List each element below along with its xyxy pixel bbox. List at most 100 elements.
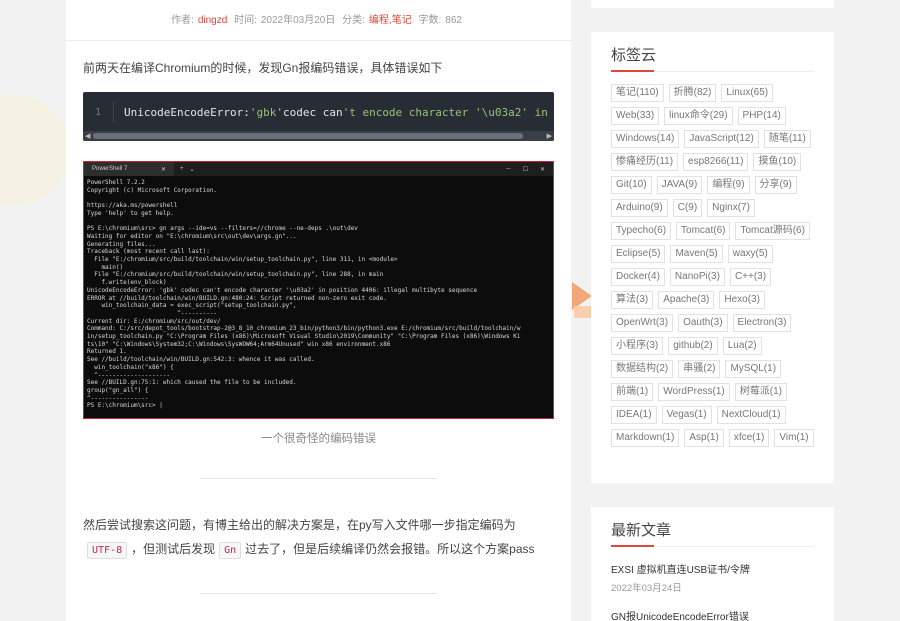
- tag-item[interactable]: Maven(5): [670, 245, 723, 263]
- tag-item[interactable]: WordPress(1): [658, 383, 730, 401]
- code-string-2: 't encode character ': [342, 105, 482, 119]
- tag-item[interactable]: Asp(1): [684, 429, 724, 447]
- maximize-icon: ☐: [522, 166, 528, 173]
- line-number: 1: [94, 106, 102, 118]
- post-date: 2022年03月20日: [260, 15, 336, 26]
- tag-item[interactable]: 笔记(110): [611, 84, 664, 102]
- background-decoration: [0, 95, 70, 205]
- post-meta: 作者: dingzd 时间: 2022年03月20日 分类: 编程,笔记 字数: 862: [83, 11, 554, 26]
- tag-item[interactable]: esp8266(11): [683, 153, 749, 171]
- minimize-icon: ─: [506, 165, 511, 172]
- code-string-3: \u03a2: [481, 105, 522, 119]
- tag-item[interactable]: Oauth(3): [678, 314, 728, 332]
- tag-item[interactable]: Lua(2): [722, 337, 762, 355]
- tag-item[interactable]: Markdown(1): [611, 429, 680, 447]
- tag-item[interactable]: Docker(4): [611, 268, 665, 286]
- tag-item[interactable]: 编程(9): [707, 176, 750, 194]
- tag-item[interactable]: OpenWrt(3): [611, 314, 674, 332]
- tag-item[interactable]: Arduino(9): [611, 199, 668, 217]
- tag-item[interactable]: C++(3): [729, 268, 772, 286]
- tag-item[interactable]: 摸鱼(10): [753, 153, 802, 171]
- tag-item[interactable]: waxy(5): [727, 245, 773, 263]
- tag-item[interactable]: PHP(14): [737, 107, 786, 125]
- tag-item[interactable]: 算法(3): [611, 291, 654, 309]
- solution-paragraph: 然后尝试搜索这问题，有博主给出的解决方案是，在py写入文件哪一步指定编码为 UTF…: [83, 513, 554, 561]
- tag-item[interactable]: 惨痛经历(11): [611, 153, 679, 171]
- line-separator: [113, 102, 114, 122]
- inline-code-utf8: UTF-8: [87, 542, 128, 559]
- solution-text-2: ，但测试后发现: [131, 542, 216, 556]
- recent-post-link[interactable]: EXSI 虚拟机直连USB证书/令牌: [611, 561, 814, 576]
- inline-code-gn: Gn: [219, 542, 242, 559]
- tag-item[interactable]: xfce(1): [728, 429, 770, 447]
- background-decoration-orange-2: [574, 306, 592, 318]
- recent-posts-title: 最新文章: [611, 519, 814, 547]
- recent-post-link[interactable]: GN报UnicodeEncodeError错误: [611, 608, 814, 621]
- tag-item[interactable]: Nginx(7): [707, 199, 755, 217]
- tag-item[interactable]: 树莓派(1): [734, 383, 787, 401]
- tag-item[interactable]: Tomcat源码(6): [735, 222, 810, 240]
- tag-item[interactable]: MySQL(1): [725, 360, 782, 378]
- tag-item[interactable]: Vim(1): [774, 429, 814, 447]
- intro-paragraph: 前两天在编译Chromium的时候，发现Gn报编码错误，具体错误如下: [83, 61, 443, 75]
- tag-item[interactable]: JAVA(9): [656, 176, 703, 194]
- tag-item[interactable]: 数据结构(2): [611, 360, 674, 378]
- tag-item[interactable]: C(9): [672, 199, 703, 217]
- tag-item[interactable]: 小程序(3): [611, 337, 664, 355]
- recent-posts-card: 最新文章 EXSI 虚拟机直连USB证书/令牌 2022年03月24日 GN报U…: [591, 507, 834, 621]
- code-horizontal-scrollbar[interactable]: ◀ ▶: [83, 131, 554, 141]
- time-label: 时间:: [234, 15, 257, 26]
- terminal-tab: PowerShell 7 ✕: [84, 162, 174, 176]
- scroll-right-arrow-icon[interactable]: ▶: [547, 131, 552, 141]
- tag-item[interactable]: linux命令(29): [664, 107, 733, 125]
- terminal-titlebar: PowerShell 7 ✕ + ⌄ ─ ☐ ✕: [84, 162, 553, 176]
- code-string-4: ' in posit: [521, 105, 554, 119]
- author-label: 作者:: [171, 15, 194, 26]
- tag-list: 笔记(110) 折腾(82) Linux(65) Web(33) linux命令(29)…: [611, 84, 814, 447]
- tag-item[interactable]: NanoPi(3): [669, 268, 725, 286]
- tag-item[interactable]: Vegas(1): [661, 406, 712, 424]
- tag-item[interactable]: 随笔(11): [763, 130, 811, 148]
- scrollbar-thumb[interactable]: [93, 133, 523, 139]
- code-text-2: codec can: [282, 105, 343, 119]
- tag-item[interactable]: github(2): [668, 337, 718, 355]
- category-label: 分类:: [342, 15, 365, 26]
- tag-item[interactable]: Apache(3): [658, 291, 715, 309]
- solution-text-1: 然后尝试搜索这问题，有博主给出的解决方案是，在py写入文件哪一步指定编码为: [83, 518, 516, 532]
- wordcount: 862: [445, 15, 462, 26]
- tag-item[interactable]: Typecho(6): [611, 222, 672, 240]
- tag-item[interactable]: 串骚(2): [678, 360, 721, 378]
- scroll-left-arrow-icon[interactable]: ◀: [85, 131, 90, 141]
- section-divider-2: [200, 593, 437, 594]
- category-link[interactable]: 编程,笔记: [369, 15, 412, 26]
- plus-icon: +: [180, 166, 184, 172]
- close-icon: ✕: [160, 166, 166, 173]
- tag-item[interactable]: NextCloud(1): [716, 406, 786, 424]
- tag-item[interactable]: Linux(65): [721, 84, 774, 102]
- tag-item[interactable]: 前端(1): [611, 383, 654, 401]
- tag-cloud-title: 标签云: [611, 44, 814, 72]
- tag-item[interactable]: Hexo(3): [719, 291, 765, 309]
- code-text-1: UnicodeEncodeError:: [124, 105, 250, 119]
- meta-divider: [66, 40, 571, 41]
- recent-post-date: 2022年03月24日: [611, 583, 682, 594]
- solution-text-3: 过去了，但是后续编译仍然会报错。所以这个方案pass: [245, 542, 535, 556]
- tag-item[interactable]: Tomcat(6): [676, 222, 731, 240]
- tag-item[interactable]: 分享(9): [754, 176, 797, 194]
- tag-item[interactable]: Windows(14): [611, 130, 680, 148]
- tag-item[interactable]: JavaScript(12): [684, 130, 759, 148]
- tag-item[interactable]: Electron(3): [732, 314, 792, 332]
- tag-item[interactable]: Eclipse(5): [611, 245, 666, 263]
- image-caption: 一个很奇怪的编码错误: [261, 433, 376, 445]
- tag-item[interactable]: Git(10): [611, 176, 652, 194]
- sidebar-top-card: [591, 0, 834, 8]
- terminal-tab-title: PowerShell 7: [92, 166, 128, 172]
- tag-item[interactable]: 折腾(82): [668, 84, 717, 102]
- close-window-icon: ✕: [539, 166, 545, 173]
- tag-item[interactable]: IDEA(1): [611, 406, 657, 424]
- author-link[interactable]: dingzd: [198, 15, 227, 26]
- terminal-screenshot: PowerShell 7 ✕ + ⌄ ─ ☐ ✕ PowerShell 7.2.…: [83, 161, 554, 419]
- tag-item[interactable]: Web(33): [611, 107, 660, 125]
- code-block: 1 UnicodeEncodeError: 'gbk' codec can 't…: [83, 92, 554, 141]
- section-divider: [200, 478, 437, 479]
